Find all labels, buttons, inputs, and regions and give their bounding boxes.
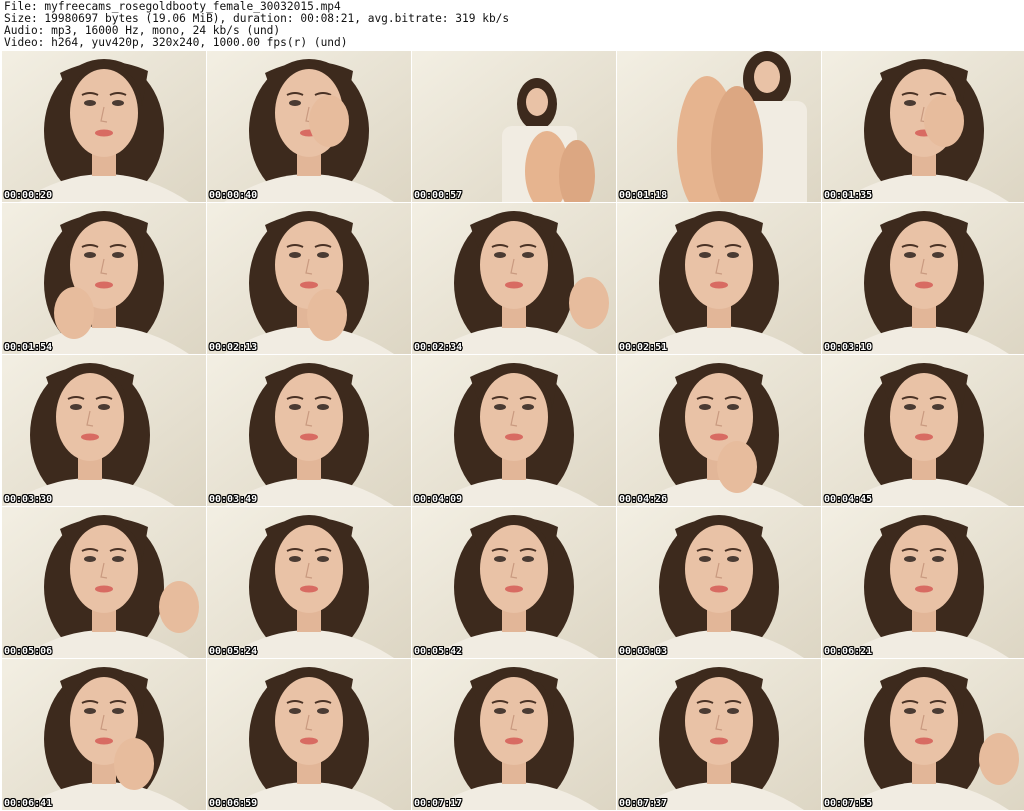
thumbnail-timestamp: 00:03:49: [209, 494, 258, 505]
thumbnail-timestamp: 00:07:55: [824, 798, 873, 809]
thumbnail-frame[interactable]: 00:04:45: [822, 355, 1024, 506]
thumbnail-image: [412, 203, 616, 354]
thumbnail-frame[interactable]: 00:04:09: [412, 355, 616, 506]
thumbnail-frame[interactable]: 00:07:55: [822, 659, 1024, 810]
thumbnail-timestamp: 00:04:26: [619, 494, 668, 505]
thumbnail-frame[interactable]: 00:05:24: [207, 507, 411, 658]
thumbnail-timestamp: 00:05:42: [414, 646, 463, 657]
thumbnail-frame[interactable]: 00:03:49: [207, 355, 411, 506]
thumbnail-frame[interactable]: 00:02:13: [207, 203, 411, 354]
thumbnail-image: [207, 203, 411, 354]
thumbnail-timestamp: 00:02:51: [619, 342, 668, 353]
thumbnail-timestamp: 00:03:10: [824, 342, 873, 353]
thumbnail-image: [2, 203, 206, 354]
thumbnail-frame[interactable]: 00:00:57: [412, 51, 616, 202]
thumbnail-timestamp: 00:06:21: [824, 646, 873, 657]
thumbnail-timestamp: 00:04:45: [824, 494, 873, 505]
thumbnail-timestamp: 00:01:54: [4, 342, 53, 353]
thumbnail-timestamp: 00:06:59: [209, 798, 258, 809]
thumbnail-timestamp: 00:01:18: [619, 190, 668, 201]
thumbnail-image: [2, 659, 206, 810]
thumbnail-frame[interactable]: 00:00:40: [207, 51, 411, 202]
thumbnail-timestamp: 00:01:35: [824, 190, 873, 201]
thumbnail-image: [822, 507, 1024, 658]
thumbnail-image: [617, 51, 821, 202]
thumbnail-frame[interactable]: 00:02:34: [412, 203, 616, 354]
thumbnail-image: [412, 659, 616, 810]
thumbnail-image: [822, 355, 1024, 506]
thumbnail-image: [2, 51, 206, 202]
thumbnail-frame[interactable]: 00:07:17: [412, 659, 616, 810]
thumbnail-frame[interactable]: 00:07:37: [617, 659, 821, 810]
thumbnail-grid: 00:00:20 00:00:40 00:00:57 00:01:18 00:01:35…: [0, 51, 1024, 811]
thumbnail-timestamp: 00:05:24: [209, 646, 258, 657]
thumbnail-frame[interactable]: 00:05:42: [412, 507, 616, 658]
thumbnail-frame[interactable]: 00:01:54: [2, 203, 206, 354]
thumbnail-frame[interactable]: 00:01:18: [617, 51, 821, 202]
thumbnail-frame[interactable]: 00:05:06: [2, 507, 206, 658]
thumbnail-image: [207, 355, 411, 506]
thumbnail-image: [617, 659, 821, 810]
thumbnail-timestamp: 00:00:20: [4, 190, 53, 201]
thumbnail-frame[interactable]: 00:06:03: [617, 507, 821, 658]
thumbnail-timestamp: 00:02:34: [414, 342, 463, 353]
thumbnail-image: [617, 507, 821, 658]
thumbnail-timestamp: 00:05:06: [4, 646, 53, 657]
thumbnail-frame[interactable]: 00:04:26: [617, 355, 821, 506]
thumbnail-timestamp: 00:02:13: [209, 342, 258, 353]
thumbnail-frame[interactable]: 00:06:41: [2, 659, 206, 810]
thumbnail-frame[interactable]: 00:06:21: [822, 507, 1024, 658]
thumbnail-timestamp: 00:03:30: [4, 494, 53, 505]
thumbnail-timestamp: 00:07:17: [414, 798, 463, 809]
thumbnail-frame[interactable]: 00:03:30: [2, 355, 206, 506]
file-size-line: Size: 19980697 bytes (19.06 MiB), durati…: [4, 13, 510, 25]
thumbnail-image: [2, 507, 206, 658]
thumbnail-image: [412, 507, 616, 658]
thumbnail-image: [2, 355, 206, 506]
thumbnail-timestamp: 00:00:57: [414, 190, 463, 201]
file-info-header: File: myfreecams_rosegoldbooty_female_30…: [4, 1, 1020, 49]
thumbnail-image: [207, 51, 411, 202]
thumbnail-timestamp: 00:07:37: [619, 798, 668, 809]
thumbnail-timestamp: 00:04:09: [414, 494, 463, 505]
thumbnail-timestamp: 00:00:40: [209, 190, 258, 201]
file-name-line: File: myfreecams_rosegoldbooty_female_30…: [4, 1, 341, 13]
thumbnail-image: [617, 355, 821, 506]
thumbnail-image: [412, 355, 616, 506]
video-info-line: Video: h264, yuv420p, 320x240, 1000.00 f…: [4, 37, 348, 49]
thumbnail-image: [617, 203, 821, 354]
thumbnail-frame[interactable]: 00:00:20: [2, 51, 206, 202]
thumbnail-frame[interactable]: 00:01:35: [822, 51, 1024, 202]
thumbnail-image: [412, 51, 616, 202]
thumbnail-image: [822, 659, 1024, 810]
thumbnail-timestamp: 00:06:41: [4, 798, 53, 809]
audio-info-line: Audio: mp3, 16000 Hz, mono, 24 kb/s (und…: [4, 25, 281, 37]
thumbnail-image: [207, 507, 411, 658]
thumbnail-image: [207, 659, 411, 810]
thumbnail-timestamp: 00:06:03: [619, 646, 668, 657]
thumbnail-frame[interactable]: 00:06:59: [207, 659, 411, 810]
thumbnail-frame[interactable]: 00:02:51: [617, 203, 821, 354]
thumbnail-image: [822, 203, 1024, 354]
thumbnail-image: [822, 51, 1024, 202]
thumbnail-frame[interactable]: 00:03:10: [822, 203, 1024, 354]
